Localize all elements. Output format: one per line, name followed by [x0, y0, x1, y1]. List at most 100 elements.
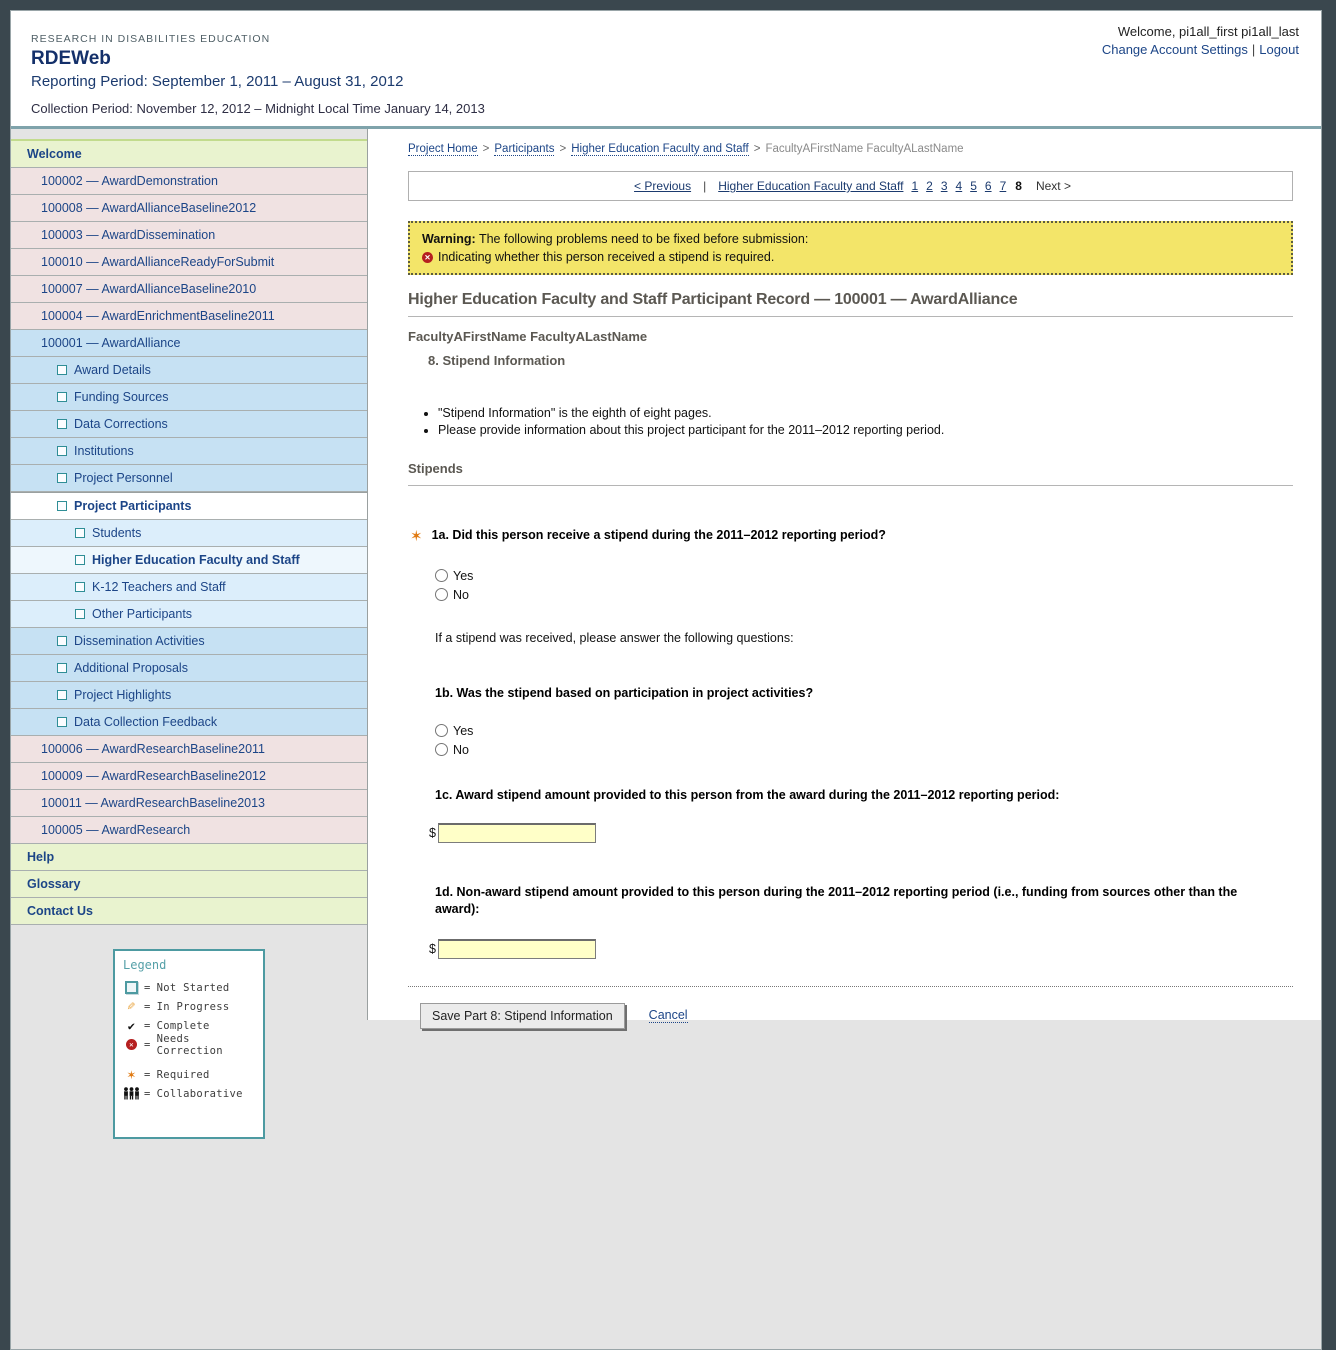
sidebar-item-100007[interactable]: 100007 — AwardAllianceBaseline2010 — [11, 276, 367, 303]
cancel-link[interactable]: Cancel — [649, 1008, 688, 1023]
breadcrumb-hefs[interactable]: Higher Education Faculty and Staff — [571, 143, 749, 156]
sidebar-item-100002[interactable]: 100002 — AwardDemonstration — [11, 168, 367, 195]
save-button[interactable]: Save Part 8: Stipend Information — [420, 1003, 625, 1029]
question-1a: ✶ 1a. Did this person receive a stipend … — [408, 528, 1293, 545]
error-icon: ✕ — [422, 252, 433, 263]
sidebar-item-project-personnel[interactable]: Project Personnel — [11, 465, 367, 492]
q1c-amount-row: $ — [429, 823, 1293, 843]
sidebar-item-students[interactable]: Students — [11, 520, 367, 547]
sidebar-item-additional-proposals[interactable]: Additional Proposals — [11, 655, 367, 682]
not-started-icon — [57, 690, 67, 700]
legend-box: Legend = Not Started ✎ = In Progress ✔ =… — [113, 949, 265, 1139]
not-started-icon — [57, 419, 67, 429]
sidebar-item-award-details[interactable]: Award Details — [11, 357, 367, 384]
q1a-yes-radio[interactable] — [435, 569, 448, 582]
sidebar-item-100006[interactable]: 100006 — AwardResearchBaseline2011 — [11, 736, 367, 763]
sidebar-item-100001[interactable]: 100001 — AwardAlliance — [11, 330, 367, 357]
sidebar-item-project-highlights[interactable]: Project Highlights — [11, 682, 367, 709]
sidebar-item-data-collection-feedback[interactable]: Data Collection Feedback — [11, 709, 367, 736]
sidebar-item-help[interactable]: Help — [11, 844, 367, 871]
breadcrumb-project-home[interactable]: Project Home — [408, 143, 478, 156]
sidebar-item-welcome[interactable]: Welcome — [11, 139, 367, 168]
breadcrumb: Project Home>Participants>Higher Educati… — [408, 143, 1293, 155]
sidebar-item-higher-education-faculty-and-staff[interactable]: Higher Education Faculty and Staff — [11, 547, 367, 574]
page-link-2[interactable]: 2 — [926, 179, 933, 193]
sidebar-item-100010[interactable]: 100010 — AwardAllianceReadyForSubmit — [11, 249, 367, 276]
breadcrumb-participants[interactable]: Participants — [494, 143, 554, 156]
page-link-7[interactable]: 7 — [1000, 179, 1007, 193]
intro-bullets: "Stipend Information" is the eighth of e… — [422, 406, 1293, 437]
question-1c-text: 1c. Award stipend amount provided to thi… — [435, 788, 1293, 802]
warning-line: Warning: The following problems need to … — [422, 232, 1279, 246]
main-content: Project Home>Participants>Higher Educati… — [367, 129, 1321, 1020]
sidebar-item-other-participants[interactable]: Other Participants — [11, 601, 367, 628]
sidebar-item-contact-us[interactable]: Contact Us — [11, 898, 367, 925]
form-separator — [408, 986, 1293, 987]
legend-item-in-progress: ✎ = In Progress — [123, 997, 255, 1016]
sidebar-item-100004[interactable]: 100004 — AwardEnrichmentBaseline2011 — [11, 303, 367, 330]
check-icon: ✔ — [123, 1019, 140, 1033]
previous-link[interactable]: < Previous — [634, 179, 691, 193]
page-link-6[interactable]: 6 — [985, 179, 992, 193]
next-label: Next > — [1036, 179, 1071, 193]
legend-item-needs-correction: ✕ = Needs Correction — [123, 1035, 255, 1054]
page-link-1[interactable]: 1 — [911, 179, 918, 193]
q1a-no-label: No — [453, 588, 469, 602]
legend-item-required: ✶ = Required — [123, 1065, 255, 1084]
not-started-icon — [57, 473, 67, 483]
change-account-settings-link[interactable]: Change Account Settings — [1102, 42, 1248, 57]
logout-link[interactable]: Logout — [1259, 42, 1299, 57]
sidebar-item-100011[interactable]: 100011 — AwardResearchBaseline2013 — [11, 790, 367, 817]
sidebar-item-project-participants[interactable]: Project Participants — [11, 492, 367, 520]
sidebar-item-glossary[interactable]: Glossary — [11, 871, 367, 898]
stipend-note: If a stipend was received, please answer… — [435, 631, 1293, 645]
legend-item-collaborative: = Collaborative — [123, 1084, 255, 1103]
currency-symbol: $ — [429, 942, 436, 956]
section-link[interactable]: Higher Education Faculty and Staff — [718, 179, 903, 193]
question-1a-text: 1a. Did this person receive a stipend du… — [432, 528, 886, 542]
sidebar-item-100008[interactable]: 100008 — AwardAllianceBaseline2012 — [11, 195, 367, 222]
page-link-5[interactable]: 5 — [970, 179, 977, 193]
user-area: Welcome, pi1all_first pi1all_last Change… — [1102, 24, 1299, 57]
sidebar-item-institutions[interactable]: Institutions — [11, 438, 367, 465]
sidebar-item-100009[interactable]: 100009 — AwardResearchBaseline2012 — [11, 763, 367, 790]
q1b-yes-label: Yes — [453, 724, 473, 738]
page-body: Welcome 100002 — AwardDemonstration 1000… — [11, 129, 1321, 1349]
q1c-amount-input[interactable] — [438, 823, 596, 843]
q1a-radio-group: Yes No — [435, 566, 1293, 604]
sidebar-item-100005[interactable]: 100005 — AwardResearch — [11, 817, 367, 844]
q1b-radio-group: Yes No — [435, 721, 1293, 759]
sidebar-item-dissemination-activities[interactable]: Dissemination Activities — [11, 628, 367, 655]
reporting-period: Reporting Period: September 1, 2011 – Au… — [31, 73, 1321, 90]
page-link-4[interactable]: 4 — [956, 179, 963, 193]
not-started-icon — [57, 636, 67, 646]
required-icon: ✶ — [123, 1067, 140, 1083]
part-heading: 8. Stipend Information — [428, 353, 1293, 368]
not-started-icon — [75, 582, 85, 592]
form-actions: Save Part 8: Stipend Information Cancel — [420, 1003, 1293, 1029]
welcome-user-text: Welcome, pi1all_first pi1all_last — [1102, 24, 1299, 39]
pencil-icon: ✎ — [123, 999, 140, 1014]
warning-error-line: ✕Indicating whether this person received… — [422, 250, 1279, 264]
q1b-no-radio[interactable] — [435, 743, 448, 756]
not-started-icon — [57, 446, 67, 456]
sidebar-item-data-corrections[interactable]: Data Corrections — [11, 411, 367, 438]
q1a-no-radio[interactable] — [435, 588, 448, 601]
page-title: Higher Education Faculty and Staff Parti… — [408, 291, 1293, 317]
pagination-bar: < Previous|Higher Education Faculty and … — [408, 171, 1293, 201]
breadcrumb-current: FacultyAFirstName FacultyALastName — [765, 143, 963, 155]
sidebar-item-100003[interactable]: 100003 — AwardDissemination — [11, 222, 367, 249]
sidebar-item-k12-teachers-and-staff[interactable]: K-12 Teachers and Staff — [11, 574, 367, 601]
collection-period: Collection Period: November 12, 2012 – M… — [31, 101, 1321, 116]
sidebar-item-funding-sources[interactable]: Funding Sources — [11, 384, 367, 411]
warning-box: Warning: The following problems need to … — [408, 221, 1293, 275]
participant-name: FacultyAFirstName FacultyALastName — [408, 329, 1293, 344]
question-1d-text: 1d. Non-award stipend amount provided to… — [435, 884, 1271, 918]
q1d-amount-input[interactable] — [438, 939, 596, 959]
q1a-yes-label: Yes — [453, 569, 473, 583]
error-icon: ✕ — [123, 1039, 140, 1050]
page-link-3[interactable]: 3 — [941, 179, 948, 193]
q1b-yes-radio[interactable] — [435, 724, 448, 737]
intro-bullet: Please provide information about this pr… — [438, 423, 1293, 437]
warning-label: Warning: — [422, 232, 476, 246]
